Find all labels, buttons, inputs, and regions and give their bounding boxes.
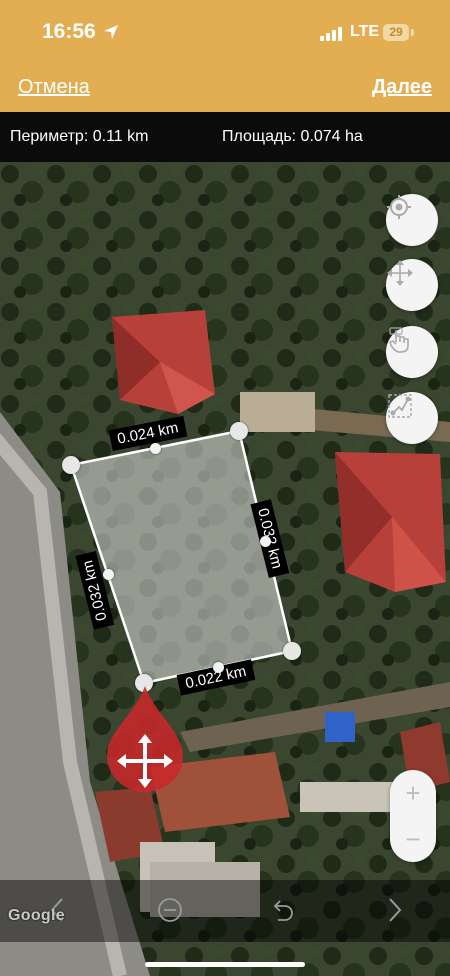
location-arrow-icon — [104, 25, 118, 39]
status-time: 16:56 — [42, 20, 96, 43]
status-bar: 16:56 LTE 29 — [0, 0, 450, 64]
home-indicator — [145, 962, 305, 967]
move-mode-button[interactable] — [386, 259, 438, 311]
polygon-vertex[interactable] — [62, 456, 80, 474]
battery-icon: 29 — [383, 24, 409, 41]
measurement-bar: Периметр: 0.11 km Площадь: 0.074 ha — [0, 112, 450, 162]
move-pin-icon[interactable] — [105, 684, 185, 792]
edge-midpoint-handle[interactable] — [149, 442, 161, 454]
polygon-vertex[interactable] — [283, 642, 301, 660]
edge-midpoint-handle[interactable] — [212, 661, 224, 673]
perimeter-text: Периметр: 0.11 km — [10, 128, 149, 145]
draw-path-button[interactable] — [386, 392, 438, 444]
minus-circle-icon[interactable] — [156, 896, 184, 924]
signal-icon — [320, 27, 344, 41]
next-button[interactable]: Далее — [372, 76, 432, 99]
google-attribution: Google — [8, 907, 65, 924]
area-text: Площадь: 0.074 ha — [222, 128, 363, 145]
edge-midpoint-handle[interactable] — [102, 568, 114, 580]
network-label: LTE — [350, 23, 380, 40]
battery-tip — [411, 29, 414, 36]
nav-bar: Отмена Далее — [0, 64, 450, 112]
forward-icon[interactable] — [386, 896, 404, 924]
bottom-toolbar — [0, 880, 450, 942]
satellite-map[interactable]: 0.024 km 0.032 km 0.022 km 0.032 km + − — [0, 162, 450, 976]
edge-midpoint-handle[interactable] — [259, 535, 271, 547]
move-icon — [387, 260, 413, 286]
locate-icon — [387, 195, 411, 219]
tap-hand-icon — [389, 327, 409, 353]
locate-button[interactable] — [386, 194, 438, 246]
undo-icon[interactable] — [269, 896, 297, 924]
tap-mode-button[interactable] — [386, 326, 438, 378]
draw-path-icon — [388, 394, 412, 418]
zoom-in-button[interactable]: + — [390, 770, 436, 816]
polygon-vertex[interactable] — [230, 422, 248, 440]
zoom-out-button[interactable]: − — [390, 816, 436, 862]
zoom-control: + − — [390, 770, 436, 862]
cancel-button[interactable]: Отмена — [18, 76, 90, 99]
map-imagery — [0, 162, 450, 976]
